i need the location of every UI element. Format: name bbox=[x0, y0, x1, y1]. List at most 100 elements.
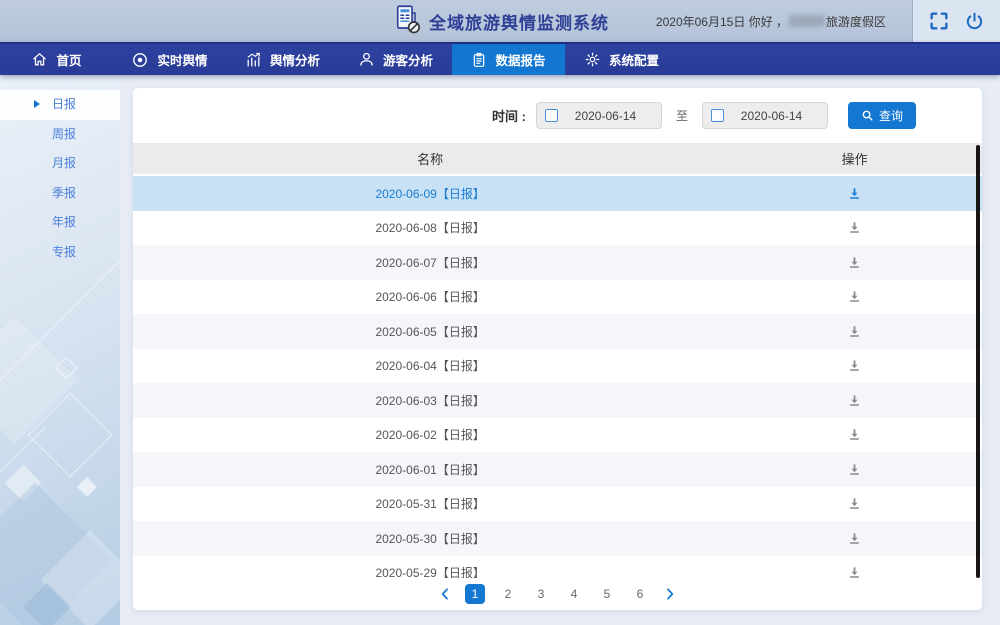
sidebar-pattern-shape bbox=[77, 477, 97, 497]
page-button-4[interactable]: 4 bbox=[564, 584, 584, 604]
sidebar-item-special-report[interactable]: 专报 bbox=[0, 238, 120, 268]
sidebar-item-quarterly-report[interactable]: 季报 bbox=[0, 179, 120, 209]
sidebar-pattern-shape bbox=[55, 357, 78, 380]
page-button-3[interactable]: 3 bbox=[531, 584, 551, 604]
end-date-value: 2020-06-14 bbox=[724, 109, 819, 123]
top-header-bar: 全域旅游舆情监测系统 2020年06月15日 你好 ， 旅游度假区 bbox=[0, 0, 1000, 42]
bar-chart-icon bbox=[245, 51, 262, 68]
calendar-box-icon bbox=[711, 109, 724, 122]
date-range-to-label: 至 bbox=[676, 107, 688, 124]
sidebar-item-weekly-report[interactable]: 周报 bbox=[0, 120, 120, 150]
report-name: 2020-06-09【日报】 bbox=[133, 185, 727, 202]
power-icon[interactable] bbox=[964, 11, 985, 32]
table-row[interactable]: 2020-05-31【日报】 bbox=[133, 487, 982, 522]
table-row[interactable]: 2020-06-01【日报】 bbox=[133, 452, 982, 487]
start-date-value: 2020-06-14 bbox=[558, 109, 653, 123]
page-button-5[interactable]: 5 bbox=[597, 584, 617, 604]
sidebar-pattern-shape bbox=[0, 316, 79, 443]
row-operation-cell bbox=[727, 565, 982, 578]
page-button-6[interactable]: 6 bbox=[630, 584, 650, 604]
query-button[interactable]: 查询 bbox=[848, 102, 916, 129]
sidebar-item-daily-report[interactable]: 日报 bbox=[0, 90, 120, 120]
report-name: 2020-06-07【日报】 bbox=[133, 254, 727, 271]
report-name: 2020-06-06【日报】 bbox=[133, 288, 727, 305]
row-operation-cell bbox=[727, 289, 982, 304]
nav-label: 数据报告 bbox=[495, 50, 545, 69]
prev-page-button[interactable] bbox=[438, 587, 452, 601]
table-row[interactable]: 2020-06-03【日报】 bbox=[133, 383, 982, 418]
download-icon[interactable] bbox=[847, 393, 862, 408]
table-row[interactable]: 2020-06-04【日报】 bbox=[133, 349, 982, 384]
start-date-input[interactable]: 2020-06-14 bbox=[536, 102, 662, 129]
nav-item-realtime-opinion[interactable]: 实时舆情 bbox=[113, 44, 226, 75]
chevron-right-icon bbox=[663, 587, 677, 601]
report-name: 2020-06-02【日报】 bbox=[133, 426, 727, 443]
eye-icon bbox=[131, 51, 149, 69]
sidebar-item-annual-report[interactable]: 年报 bbox=[0, 208, 120, 238]
download-icon[interactable] bbox=[847, 220, 862, 235]
download-icon[interactable] bbox=[847, 186, 862, 201]
next-page-button[interactable] bbox=[663, 587, 677, 601]
filter-bar: 时间 : 2020-06-14 至 2020-06-14 查询 bbox=[133, 88, 982, 143]
system-icons bbox=[912, 0, 1000, 42]
report-name: 2020-06-08【日报】 bbox=[133, 219, 727, 236]
report-name: 2020-05-29【日报】 bbox=[133, 564, 727, 578]
nav-item-data-report[interactable]: 数据报告 bbox=[452, 44, 565, 75]
nav-label: 游客分析 bbox=[383, 50, 433, 69]
download-icon[interactable] bbox=[847, 462, 862, 477]
report-name: 2020-06-05【日报】 bbox=[133, 323, 727, 340]
report-sidebar: 日报 周报 月报 季报 年报 专报 bbox=[0, 75, 120, 625]
table-row[interactable]: 2020-05-30【日报】 bbox=[133, 521, 982, 556]
user-greeting: 2020年06月15日 你好 ， 旅游度假区 bbox=[656, 13, 886, 30]
page-button-2[interactable]: 2 bbox=[498, 584, 518, 604]
download-icon[interactable] bbox=[847, 531, 862, 546]
end-date-input[interactable]: 2020-06-14 bbox=[702, 102, 828, 129]
nav-item-system-config[interactable]: 系统配置 bbox=[565, 44, 678, 75]
fullscreen-icon[interactable] bbox=[928, 10, 950, 32]
nav-item-opinion-analysis[interactable]: 舆情分析 bbox=[226, 44, 339, 75]
download-icon[interactable] bbox=[847, 324, 862, 339]
report-name: 2020-05-30【日报】 bbox=[133, 530, 727, 547]
table-row[interactable]: 2020-06-06【日报】 bbox=[133, 280, 982, 315]
table-row[interactable]: 2020-06-09【日报】 bbox=[133, 176, 982, 211]
download-icon[interactable] bbox=[847, 358, 862, 373]
active-triangle-icon bbox=[34, 100, 40, 108]
row-operation-cell bbox=[727, 324, 982, 339]
sidebar-label: 日报 bbox=[52, 97, 76, 111]
table-row[interactable]: 2020-06-05【日报】 bbox=[133, 314, 982, 349]
table-row[interactable]: 2020-06-02【日报】 bbox=[133, 418, 982, 453]
report-name: 2020-06-03【日报】 bbox=[133, 392, 727, 409]
column-header-name: 名称 bbox=[133, 149, 727, 168]
sidebar-item-monthly-report[interactable]: 月报 bbox=[0, 149, 120, 179]
org-suffix-text: 旅游度假区 bbox=[826, 13, 886, 30]
report-name: 2020-06-04【日报】 bbox=[133, 357, 727, 374]
download-icon[interactable] bbox=[847, 565, 862, 578]
page-number-list: 123456 bbox=[465, 584, 650, 604]
clipboard-icon bbox=[471, 52, 487, 68]
sidebar-pattern-shape bbox=[28, 393, 113, 478]
main-area: 日报 周报 月报 季报 年报 专报 bbox=[0, 75, 1000, 625]
download-icon[interactable] bbox=[847, 289, 862, 304]
row-operation-cell bbox=[727, 255, 982, 270]
column-header-operation: 操作 bbox=[727, 149, 982, 168]
nav-item-home[interactable]: 首页 bbox=[0, 44, 113, 75]
nav-item-visitor-analysis[interactable]: 游客分析 bbox=[339, 44, 452, 75]
sidebar-label: 月报 bbox=[52, 156, 76, 170]
greeting-text: 2020年06月15日 你好 ， bbox=[656, 13, 788, 30]
content-area: 时间 : 2020-06-14 至 2020-06-14 查询 bbox=[120, 75, 1000, 625]
download-icon[interactable] bbox=[847, 496, 862, 511]
table-row[interactable]: 2020-06-08【日报】 bbox=[133, 211, 982, 246]
sidebar-label: 周报 bbox=[52, 127, 76, 141]
row-operation-cell bbox=[727, 358, 982, 373]
person-icon bbox=[358, 51, 375, 68]
vertical-scrollbar-thumb[interactable] bbox=[976, 145, 980, 578]
row-operation-cell bbox=[727, 220, 982, 235]
table-row[interactable]: 2020-06-07【日报】 bbox=[133, 245, 982, 280]
pagination: 123456 bbox=[133, 578, 982, 610]
page-button-1[interactable]: 1 bbox=[465, 584, 485, 604]
table-row[interactable]: 2020-05-29【日报】 bbox=[133, 556, 982, 579]
table-body: 2020-06-09【日报】 2020-06-08【日报】 2020-06-07… bbox=[133, 176, 982, 578]
download-icon[interactable] bbox=[847, 255, 862, 270]
sidebar-label: 专报 bbox=[52, 245, 76, 259]
download-icon[interactable] bbox=[847, 427, 862, 442]
